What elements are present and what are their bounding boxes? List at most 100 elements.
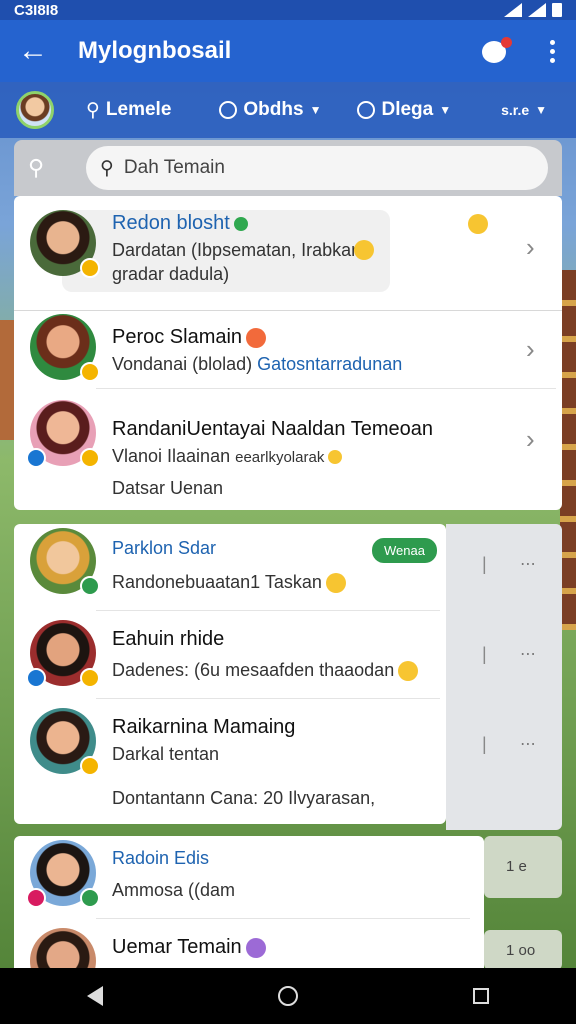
chevron-down-icon: ▼ bbox=[439, 103, 452, 117]
side-action-chip[interactable]: 1 oo bbox=[484, 930, 562, 970]
chat-name[interactable]: Parklon Sdar bbox=[112, 538, 216, 559]
side-action-chip[interactable]: 1 e bbox=[484, 836, 562, 898]
emoji-icon bbox=[325, 573, 346, 594]
emoji-icon bbox=[246, 327, 267, 348]
clock-icon bbox=[357, 101, 376, 119]
chat-preview-2: gradar dadula) bbox=[112, 264, 230, 284]
chat-preview: Vondanai (blolad) Gatosntarradunan bbox=[112, 354, 403, 374]
chat-name[interactable]: Raikarnina Mamaing bbox=[112, 716, 295, 739]
chevron-right-icon[interactable]: › bbox=[526, 424, 535, 455]
emoji-icon bbox=[354, 240, 374, 260]
avatar[interactable] bbox=[26, 400, 100, 468]
signal-icon bbox=[504, 3, 522, 17]
chat-preview: Darkal tentan bbox=[112, 744, 220, 764]
emoji-icon bbox=[245, 937, 266, 958]
page-title: Mylognbosail bbox=[78, 37, 232, 64]
app-bar: ← Mylognbosail bbox=[0, 20, 576, 82]
avatar[interactable] bbox=[26, 840, 100, 908]
status-badge bbox=[26, 448, 46, 468]
chevron-right-icon[interactable]: › bbox=[526, 232, 535, 263]
online-dot bbox=[233, 216, 248, 231]
search-icon: ⚲ bbox=[100, 157, 114, 179]
side-actions-panel: | ⋯ | ⋯ | ⋯ bbox=[446, 524, 562, 830]
search-icon: ⚲ bbox=[86, 99, 100, 121]
status-badge bbox=[80, 756, 100, 776]
filter-dropdown-2-label: Dlega bbox=[381, 99, 434, 120]
status-badge bbox=[26, 888, 46, 908]
status-badge bbox=[80, 668, 100, 688]
side-chip-label: 1 oo bbox=[506, 942, 536, 959]
avatar[interactable] bbox=[30, 528, 100, 596]
avatar[interactable] bbox=[30, 210, 100, 278]
side-chip-label: 1 e bbox=[506, 858, 527, 875]
separator: | bbox=[482, 554, 487, 574]
system-nav-bar bbox=[0, 968, 576, 1024]
status-badge bbox=[80, 258, 100, 278]
chevron-right-icon[interactable]: › bbox=[526, 334, 535, 365]
chevron-down-icon: ▼ bbox=[309, 103, 322, 117]
background-building-right bbox=[560, 270, 576, 630]
chat-name[interactable]: Peroc Slamain bbox=[112, 326, 267, 349]
profile-avatar[interactable] bbox=[16, 91, 54, 129]
status-badge bbox=[26, 668, 46, 688]
avatar[interactable] bbox=[30, 314, 100, 382]
divider bbox=[14, 310, 562, 311]
chevron-down-icon: ▼ bbox=[535, 103, 548, 117]
chat-preview: Dardatan (Ibpsematan, Irabkan bbox=[112, 240, 362, 260]
more-icon[interactable]: ⋯ bbox=[520, 734, 538, 754]
filter-dropdown-2[interactable]: Dlega ▼ bbox=[357, 99, 451, 121]
emoji-icon bbox=[468, 214, 488, 234]
more-options-icon[interactable] bbox=[546, 39, 558, 63]
nav-home-icon[interactable] bbox=[277, 986, 298, 1006]
divider bbox=[96, 610, 440, 611]
search-input[interactable]: ⚲ Dah Temain bbox=[86, 146, 548, 190]
separator: | bbox=[482, 644, 487, 664]
chat-preview: Dadenes: (6u mesaafden thaaodan bbox=[112, 660, 419, 682]
filter-dropdown-1[interactable]: Obdhs ▼ bbox=[219, 99, 321, 121]
status-badge bbox=[80, 576, 100, 596]
emoji-icon bbox=[398, 661, 419, 682]
wifi-icon bbox=[528, 3, 546, 17]
filter-bar: ⚲ Lemele Obdhs ▼ Dlega ▼ s.r.e ▼ bbox=[0, 82, 576, 138]
filter-circle-icon bbox=[219, 101, 238, 119]
divider bbox=[96, 388, 556, 389]
filter-search[interactable]: ⚲ Lemele bbox=[86, 99, 171, 122]
battery-icon bbox=[552, 3, 562, 17]
chat-list-card: Redon blosht Dardatan (Ibpsematan, Irabk… bbox=[14, 196, 562, 510]
status-icons bbox=[504, 3, 562, 17]
separator: | bbox=[482, 734, 487, 754]
filter-dropdown-3[interactable]: s.r.e ▼ bbox=[501, 102, 547, 118]
status-bar: C3I8I8 bbox=[0, 0, 576, 20]
chat-name[interactable]: Redon blosht bbox=[112, 212, 248, 235]
nav-recents-icon[interactable] bbox=[472, 988, 489, 1004]
chat-name[interactable]: Uemar Temain bbox=[112, 936, 266, 959]
chat-preview-2: Datsar Uenan bbox=[112, 478, 224, 498]
status-tag: Wenaa bbox=[372, 538, 437, 563]
nav-back-icon[interactable] bbox=[87, 986, 104, 1006]
chat-name[interactable]: RandaniUentayai Naaldan Temeoan bbox=[112, 418, 433, 441]
search-placeholder: Dah Temain bbox=[123, 157, 225, 178]
filter-dropdown-3-label: s.r.e bbox=[501, 102, 530, 118]
divider bbox=[96, 698, 440, 699]
status-badge bbox=[80, 362, 100, 382]
more-icon[interactable]: ⋯ bbox=[520, 554, 538, 574]
back-arrow-icon[interactable]: ← bbox=[18, 36, 58, 66]
notification-dot bbox=[501, 37, 512, 48]
chat-preview: Ammosa ((dam bbox=[112, 880, 236, 900]
chat-preview: Randonebuaatan1 Taskan bbox=[112, 572, 346, 594]
status-badge bbox=[80, 888, 100, 908]
filter-dropdown-1-label: Obdhs bbox=[243, 99, 304, 120]
more-icon[interactable]: ⋯ bbox=[520, 644, 538, 664]
status-time: C3I8I8 bbox=[14, 1, 59, 19]
avatar[interactable] bbox=[26, 620, 100, 688]
avatar[interactable] bbox=[30, 708, 100, 776]
search-icon[interactable]: ⚲ bbox=[28, 155, 68, 181]
chat-list-card: Parklon Sdar Wenaa Randonebuaatan1 Taska… bbox=[14, 524, 446, 824]
chat-name[interactable]: Radoin Edis bbox=[112, 848, 209, 869]
chat-notification-icon[interactable] bbox=[482, 37, 512, 65]
chat-preview-2: Dontantann Cana: 20 Ilvyarasan, bbox=[112, 788, 376, 808]
chat-name[interactable]: Eahuin rhide bbox=[112, 628, 224, 651]
chat-list-card: Radoin Edis Ammosa ((dam Uemar Temain bbox=[14, 836, 484, 994]
divider bbox=[96, 918, 470, 919]
emoji-icon bbox=[328, 450, 343, 465]
